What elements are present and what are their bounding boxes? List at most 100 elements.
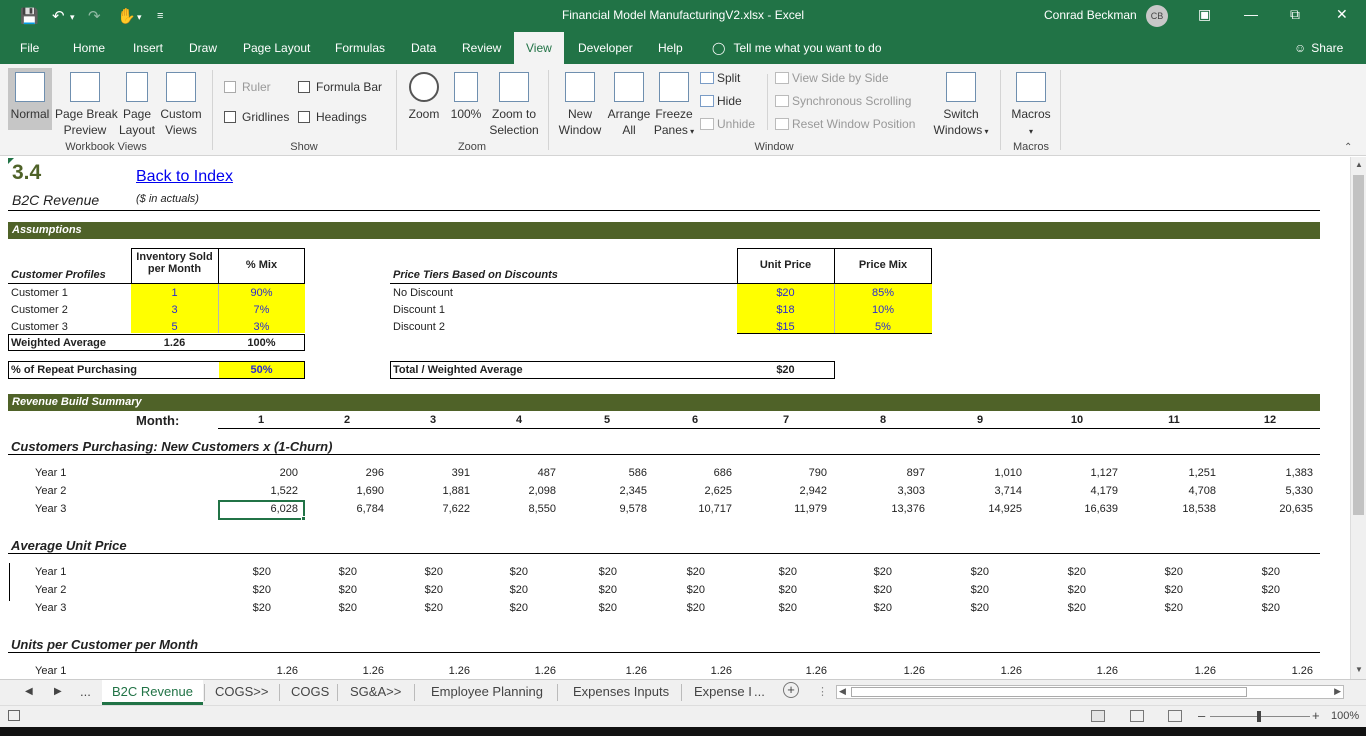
value-cell[interactable]: 1.26 (952, 665, 1022, 677)
zoom-in-icon[interactable]: + (1312, 708, 1320, 723)
tab-help[interactable]: Help (658, 41, 683, 55)
zoom-slider-thumb[interactable] (1257, 711, 1261, 722)
zoom-to-selection-button[interactable]: Zoom to Selection (486, 68, 542, 138)
value-cell[interactable]: 1,881 (400, 485, 470, 497)
sheet-tab-sga-divider[interactable]: SG&A>> (350, 684, 401, 699)
tab-home[interactable]: Home (73, 41, 105, 55)
weighted-average-mix[interactable]: 100% (218, 337, 305, 349)
value-cell[interactable]: 8,550 (486, 503, 556, 515)
tab-scroll-left-icon[interactable]: ◀ (25, 686, 33, 697)
value-cell[interactable]: $20 (458, 584, 528, 596)
total-weighted-value[interactable]: $20 (737, 364, 834, 376)
value-cell[interactable]: 1.26 (757, 665, 827, 677)
value-cell[interactable]: $20 (1016, 566, 1086, 578)
custom-views-button[interactable]: Custom Views (159, 68, 203, 138)
value-cell[interactable]: 2,098 (486, 485, 556, 497)
value-cell[interactable]: $20 (635, 566, 705, 578)
value-cell[interactable]: $20 (727, 602, 797, 614)
tab-file[interactable]: File (20, 41, 39, 55)
macro-record-icon[interactable] (8, 710, 20, 721)
tab-page-layout[interactable]: Page Layout (243, 41, 310, 55)
value-cell[interactable]: $20 (373, 566, 443, 578)
value-cell[interactable]: 897 (855, 467, 925, 479)
horizontal-scrollbar[interactable]: ◀ ▶ (836, 685, 1344, 699)
value-cell[interactable]: 1.26 (662, 665, 732, 677)
price-tier-mix[interactable]: 5% (834, 321, 932, 333)
profile-inventory[interactable]: 5 (131, 321, 218, 333)
scroll-right-icon[interactable]: ▶ (1334, 686, 1341, 697)
value-cell[interactable]: 10,717 (662, 503, 732, 515)
worksheet[interactable]: 3.4 Back to Index B2C Revenue ($ in actu… (0, 157, 1350, 679)
tab-review[interactable]: Review (462, 41, 501, 55)
value-cell[interactable]: 11,979 (757, 503, 827, 515)
headings-checkbox[interactable]: Headings (298, 110, 367, 124)
value-cell[interactable]: $20 (1210, 584, 1280, 596)
value-cell[interactable]: 1,522 (228, 485, 298, 497)
value-cell[interactable]: 2,942 (757, 485, 827, 497)
value-cell[interactable]: $20 (201, 584, 271, 596)
add-sheet-button[interactable]: + (783, 682, 799, 698)
value-cell[interactable]: $20 (822, 602, 892, 614)
collapse-ribbon-icon[interactable]: ⌃ (1344, 142, 1352, 153)
value-cell[interactable]: 686 (662, 467, 732, 479)
more-tabs-left[interactable]: ... (80, 684, 91, 699)
weighted-average-inventory[interactable]: 1.26 (131, 337, 218, 349)
zoom-level[interactable]: 100% (1331, 710, 1359, 722)
sheet-tab-employee-planning[interactable]: Employee Planning (431, 684, 543, 699)
value-cell[interactable]: $20 (547, 566, 617, 578)
tab-developer[interactable]: Developer (578, 41, 633, 55)
value-cell[interactable]: 1.26 (1048, 665, 1118, 677)
tab-insert[interactable]: Insert (133, 41, 163, 55)
value-cell[interactable]: $20 (373, 584, 443, 596)
value-cell[interactable]: $20 (547, 602, 617, 614)
zoom-out-icon[interactable]: – (1198, 708, 1205, 723)
switch-windows-button[interactable]: Switch Windows ▾ (930, 68, 992, 140)
value-cell[interactable]: 296 (314, 467, 384, 479)
value-cell[interactable]: 200 (228, 467, 298, 479)
value-cell[interactable]: 1.26 (314, 665, 384, 677)
value-cell[interactable]: $20 (201, 566, 271, 578)
close-icon[interactable]: ✕ (1336, 6, 1348, 23)
value-cell[interactable]: 18,538 (1146, 503, 1216, 515)
value-cell[interactable]: 790 (757, 467, 827, 479)
value-cell[interactable]: $20 (919, 584, 989, 596)
profile-mix[interactable]: 7% (218, 304, 305, 316)
value-cell[interactable]: 1.26 (228, 665, 298, 677)
value-cell[interactable]: 16,639 (1048, 503, 1118, 515)
value-cell[interactable]: $20 (919, 602, 989, 614)
value-cell[interactable]: 391 (400, 467, 470, 479)
arrange-all-button[interactable]: Arrange All (606, 68, 652, 138)
value-cell[interactable]: 5,330 (1243, 485, 1313, 497)
value-cell[interactable]: $20 (1210, 566, 1280, 578)
sheet-tab-expense[interactable]: Expense I (694, 684, 752, 699)
value-cell[interactable]: 487 (486, 467, 556, 479)
freeze-panes-button[interactable]: Freeze Panes ▾ (652, 68, 696, 140)
price-tier-price[interactable]: $18 (737, 304, 834, 316)
value-cell[interactable]: $20 (1113, 566, 1183, 578)
page-break-status-icon[interactable] (1168, 710, 1182, 722)
back-to-index-link[interactable]: Back to Index (136, 168, 233, 186)
value-cell[interactable]: $20 (458, 566, 528, 578)
value-cell[interactable]: 1.26 (855, 665, 925, 677)
value-cell[interactable]: $20 (727, 584, 797, 596)
tab-view[interactable]: View (514, 32, 564, 64)
price-tier-price[interactable]: $15 (737, 321, 834, 333)
sheet-tab-b2c-revenue[interactable]: B2C Revenue (102, 680, 203, 705)
value-cell[interactable]: $20 (919, 566, 989, 578)
value-cell[interactable]: $20 (287, 602, 357, 614)
fill-handle[interactable] (301, 516, 306, 521)
repeat-purchasing-value[interactable]: 50% (218, 364, 305, 376)
tell-me-search[interactable]: ◯ Tell me what you want to do (712, 41, 882, 55)
value-cell[interactable]: 1.26 (1243, 665, 1313, 677)
scroll-down-icon[interactable]: ▼ (1353, 665, 1365, 677)
sheet-tab-expenses-inputs[interactable]: Expenses Inputs (573, 684, 669, 699)
value-cell[interactable]: 2,625 (662, 485, 732, 497)
tab-draw[interactable]: Draw (189, 41, 217, 55)
value-cell[interactable]: 1,010 (952, 467, 1022, 479)
value-cell[interactable]: $20 (547, 584, 617, 596)
normal-view-status-icon[interactable] (1091, 710, 1105, 722)
vertical-scrollbar[interactable]: ▲ ▼ (1350, 157, 1366, 679)
value-cell[interactable]: $20 (1113, 602, 1183, 614)
value-cell[interactable]: 3,714 (952, 485, 1022, 497)
tab-formulas[interactable]: Formulas (335, 41, 385, 55)
